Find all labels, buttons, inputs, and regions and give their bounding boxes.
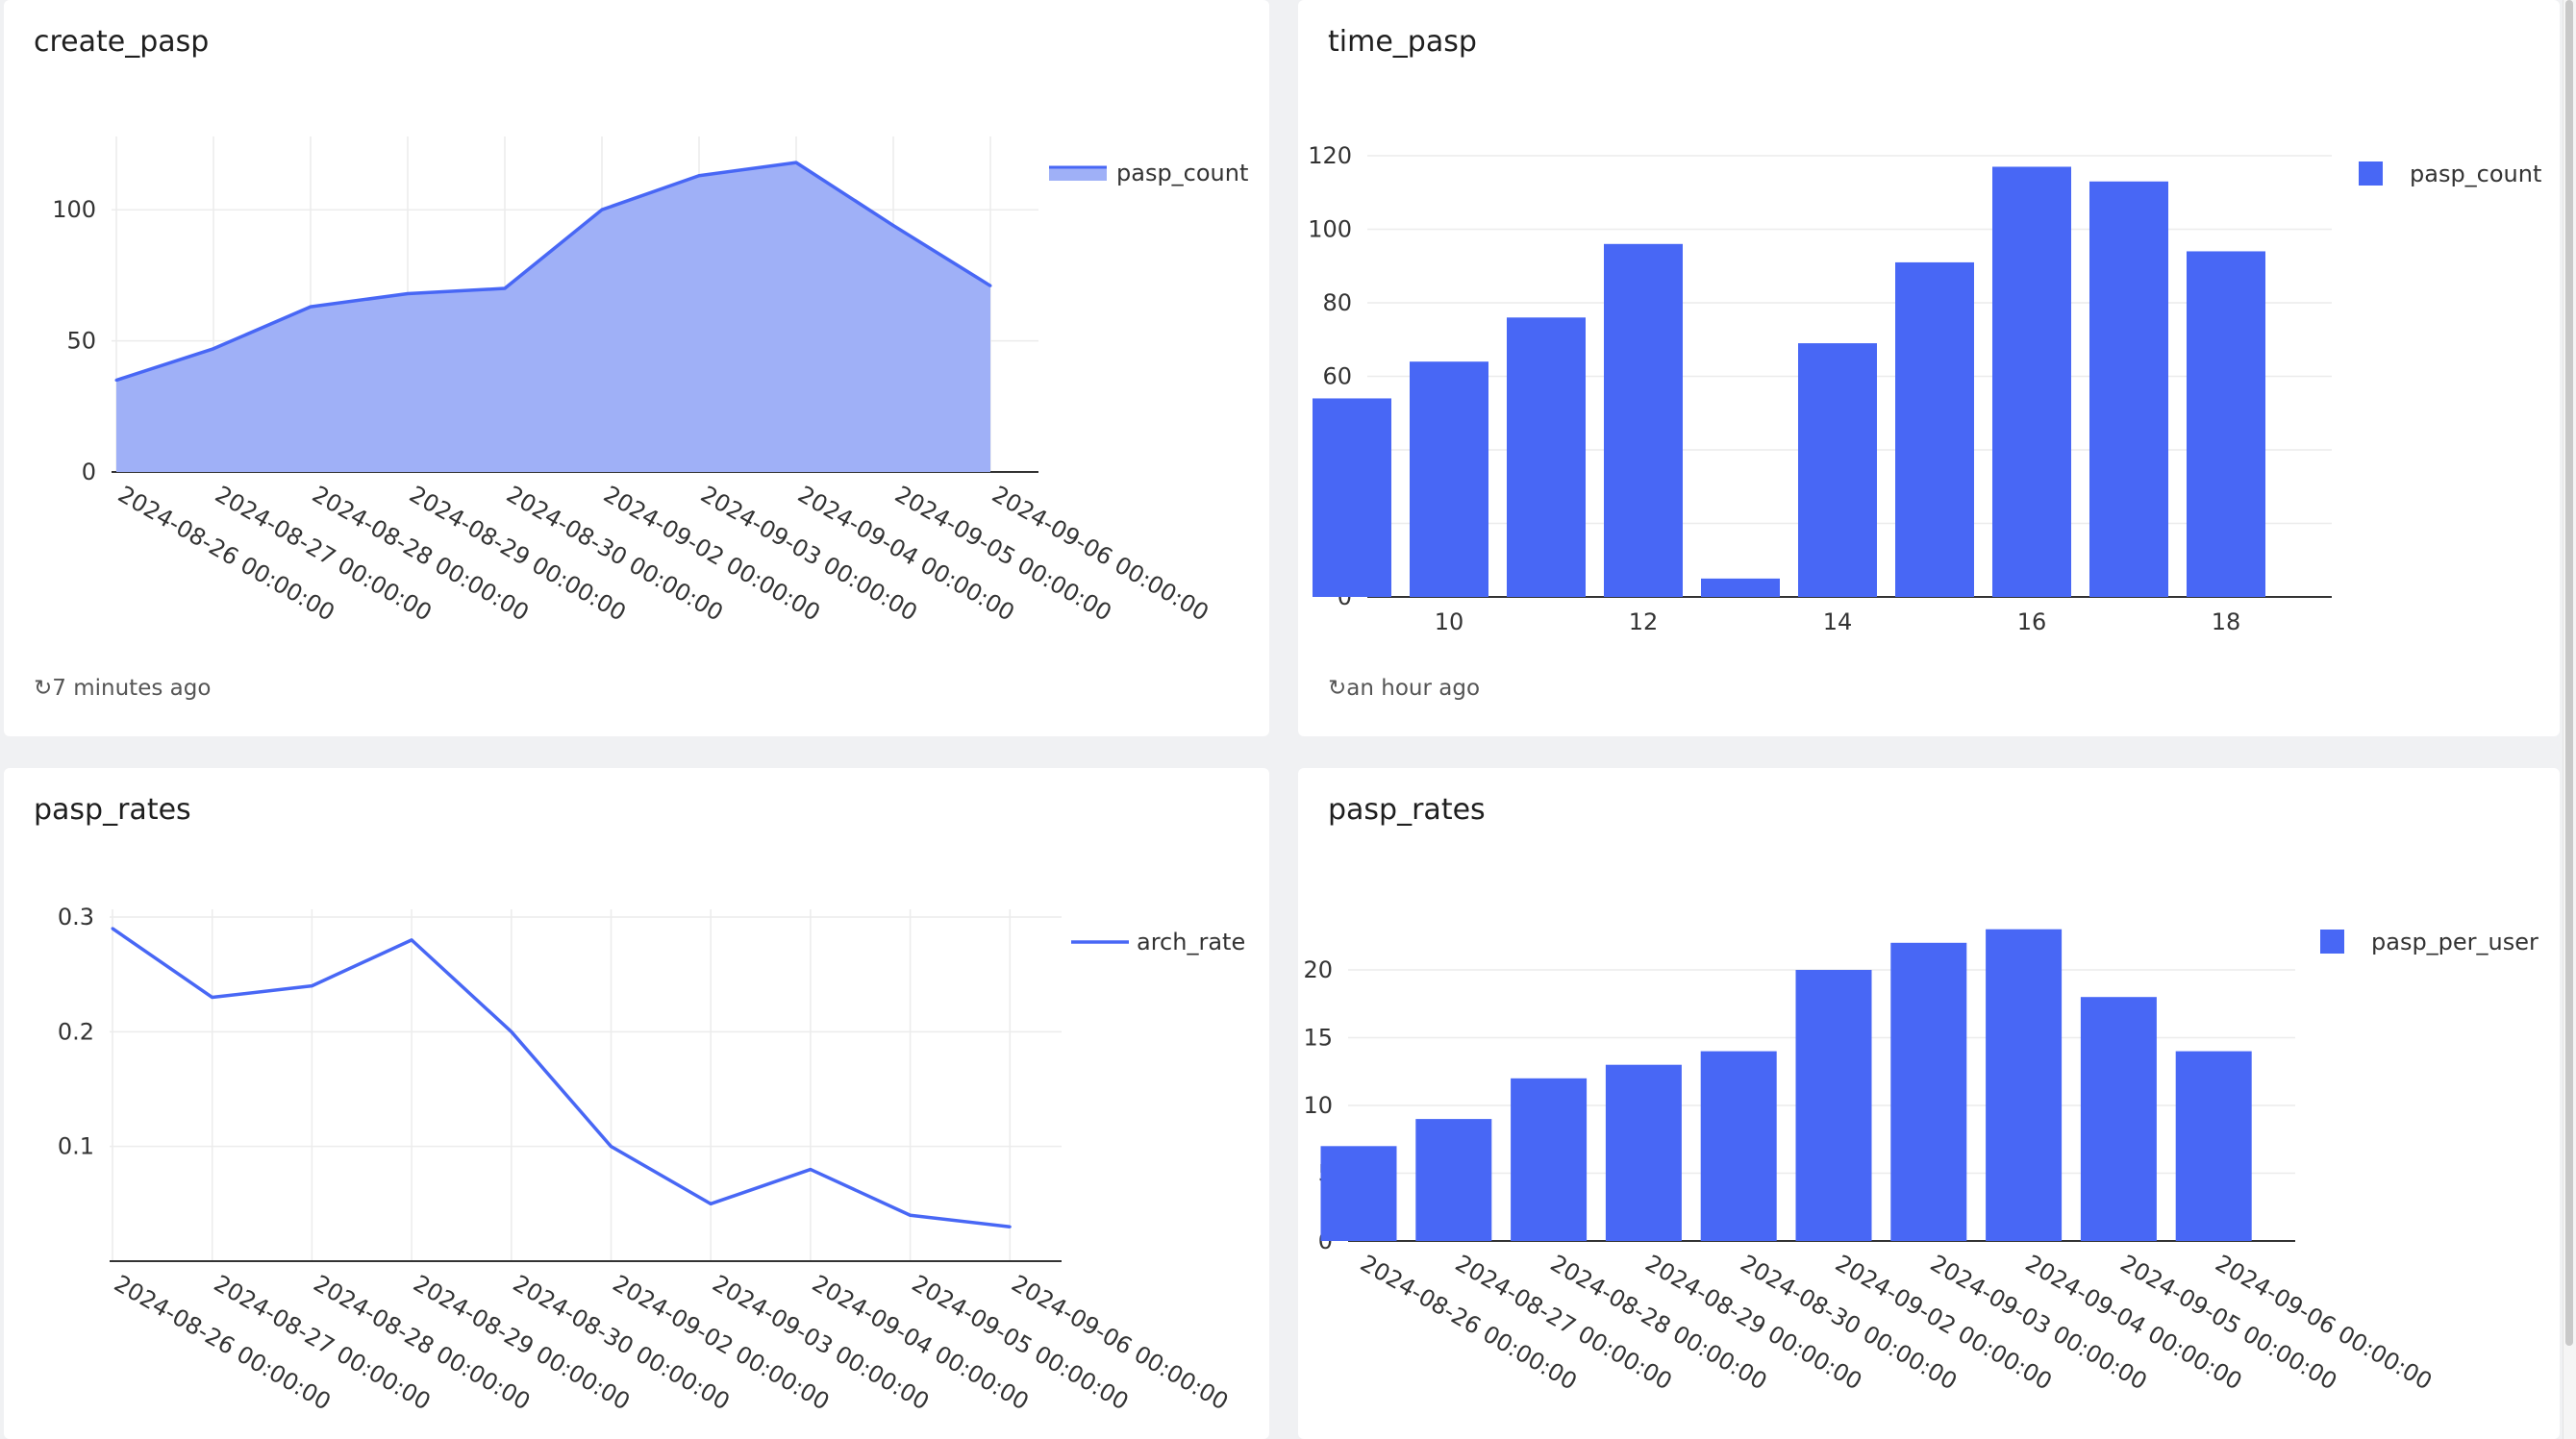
bar — [1313, 398, 1391, 597]
chart-panel-create-pasp: create_pasp 0 50 100 2024-08-26 00:00:00 202… — [4, 0, 1269, 736]
data-point — [697, 174, 701, 178]
legend-swatch — [2359, 161, 2383, 186]
y-tick-label: 0.1 — [58, 1133, 94, 1160]
data-point — [114, 379, 118, 383]
data-point — [988, 284, 992, 287]
y-tick-label: 100 — [1308, 216, 1352, 243]
data-point — [310, 984, 313, 988]
refresh-text: an hour ago — [1346, 676, 1481, 701]
legend-swatch — [1049, 167, 1107, 181]
data-point — [406, 291, 410, 295]
y-tick-label: 10 — [1303, 1092, 1333, 1119]
y-tick-label: 50 — [66, 328, 96, 355]
series-line — [112, 927, 1011, 1228]
y-tick-label: 100 — [52, 196, 96, 223]
data-point — [510, 1030, 513, 1033]
x-tick-label: 14 — [1823, 608, 1853, 635]
y-tick-label: 0 — [82, 459, 96, 485]
scrollbar-thumb[interactable] — [2565, 0, 2573, 1346]
bar — [1604, 243, 1683, 598]
bar — [1798, 343, 1877, 597]
bar — [1605, 1064, 1682, 1241]
data-point — [503, 286, 507, 290]
y-tick-label: 0.3 — [58, 904, 94, 930]
y-tick-label: 120 — [1308, 142, 1352, 169]
data-point — [1008, 1225, 1012, 1228]
refresh-status: ↻an hour ago — [1328, 676, 1480, 701]
area-fill — [116, 162, 990, 472]
chart-panel-time-pasp: time_pasp 0204060801001201012141618pasp_… — [1298, 0, 2560, 736]
data-point — [600, 208, 604, 211]
data-point — [809, 1168, 813, 1172]
data-point — [610, 1145, 613, 1149]
bar — [1320, 1146, 1397, 1241]
y-tick-label: 15 — [1303, 1025, 1333, 1052]
data-point — [909, 1213, 913, 1217]
bar — [1890, 942, 1967, 1241]
y-tick-label: 20 — [1303, 956, 1333, 983]
y-tick-label: 80 — [1322, 289, 1352, 316]
bar — [1795, 970, 1872, 1241]
bar — [2089, 181, 2168, 597]
bar — [2187, 251, 2265, 597]
bar — [2175, 1051, 2252, 1241]
data-point — [410, 938, 413, 942]
legend-label: pasp_count — [2410, 161, 2541, 187]
legend-label: pasp_per_user — [2371, 929, 2538, 955]
x-tick-label: 12 — [1629, 608, 1659, 635]
legend-label: arch_rate — [1137, 929, 1245, 955]
y-tick-label: 0.2 — [58, 1018, 94, 1045]
bar — [1507, 317, 1586, 597]
data-point — [891, 224, 895, 228]
legend-swatch — [2320, 930, 2344, 954]
refresh-status: ↻7 minutes ago — [34, 676, 211, 701]
data-point — [309, 305, 313, 309]
bar — [1511, 1078, 1588, 1241]
legend-label: pasp_count — [1116, 160, 1248, 186]
x-tick-label: 10 — [1435, 608, 1464, 635]
bar — [1895, 261, 1974, 597]
x-tick-label: 16 — [2017, 608, 2047, 635]
x-tick-label: 18 — [2212, 608, 2241, 635]
refresh-text: 7 minutes ago — [52, 676, 212, 701]
data-point — [212, 347, 215, 351]
area-chart: 0501002024-08-26 00:00:002024-08-27 00:0… — [52, 136, 1248, 627]
bar — [1415, 1119, 1492, 1241]
bar — [1410, 361, 1488, 597]
bar — [1701, 578, 1780, 597]
data-point — [794, 161, 798, 164]
refresh-icon: ↻ — [1328, 676, 1347, 701]
chart-panel-pasp-rates-line: pasp_rates 0.1 0.2 0.3 2024-08-26 00:00:00 2… — [4, 768, 1269, 1439]
bar-chart: 0204060801001201012141618pasp_count — [1308, 142, 2541, 635]
bar — [1992, 166, 2071, 597]
bar-chart: 051015202024-08-26 00:00:002024-08-27 00… — [1303, 929, 2538, 1396]
bar — [1700, 1051, 1777, 1241]
data-point — [709, 1202, 713, 1205]
data-point — [111, 927, 114, 930]
refresh-icon: ↻ — [34, 676, 53, 701]
line-chart: 0.10.20.32024-08-26 00:00:002024-08-27 0… — [58, 904, 1245, 1416]
bar — [1986, 929, 2063, 1241]
y-tick-label: 60 — [1322, 363, 1352, 390]
bar — [2080, 997, 2157, 1241]
chart-panel-pasp-rates-bar: pasp_rates 051015202024-08-26 00:00:0020… — [1298, 768, 2560, 1439]
data-point — [211, 996, 214, 1000]
